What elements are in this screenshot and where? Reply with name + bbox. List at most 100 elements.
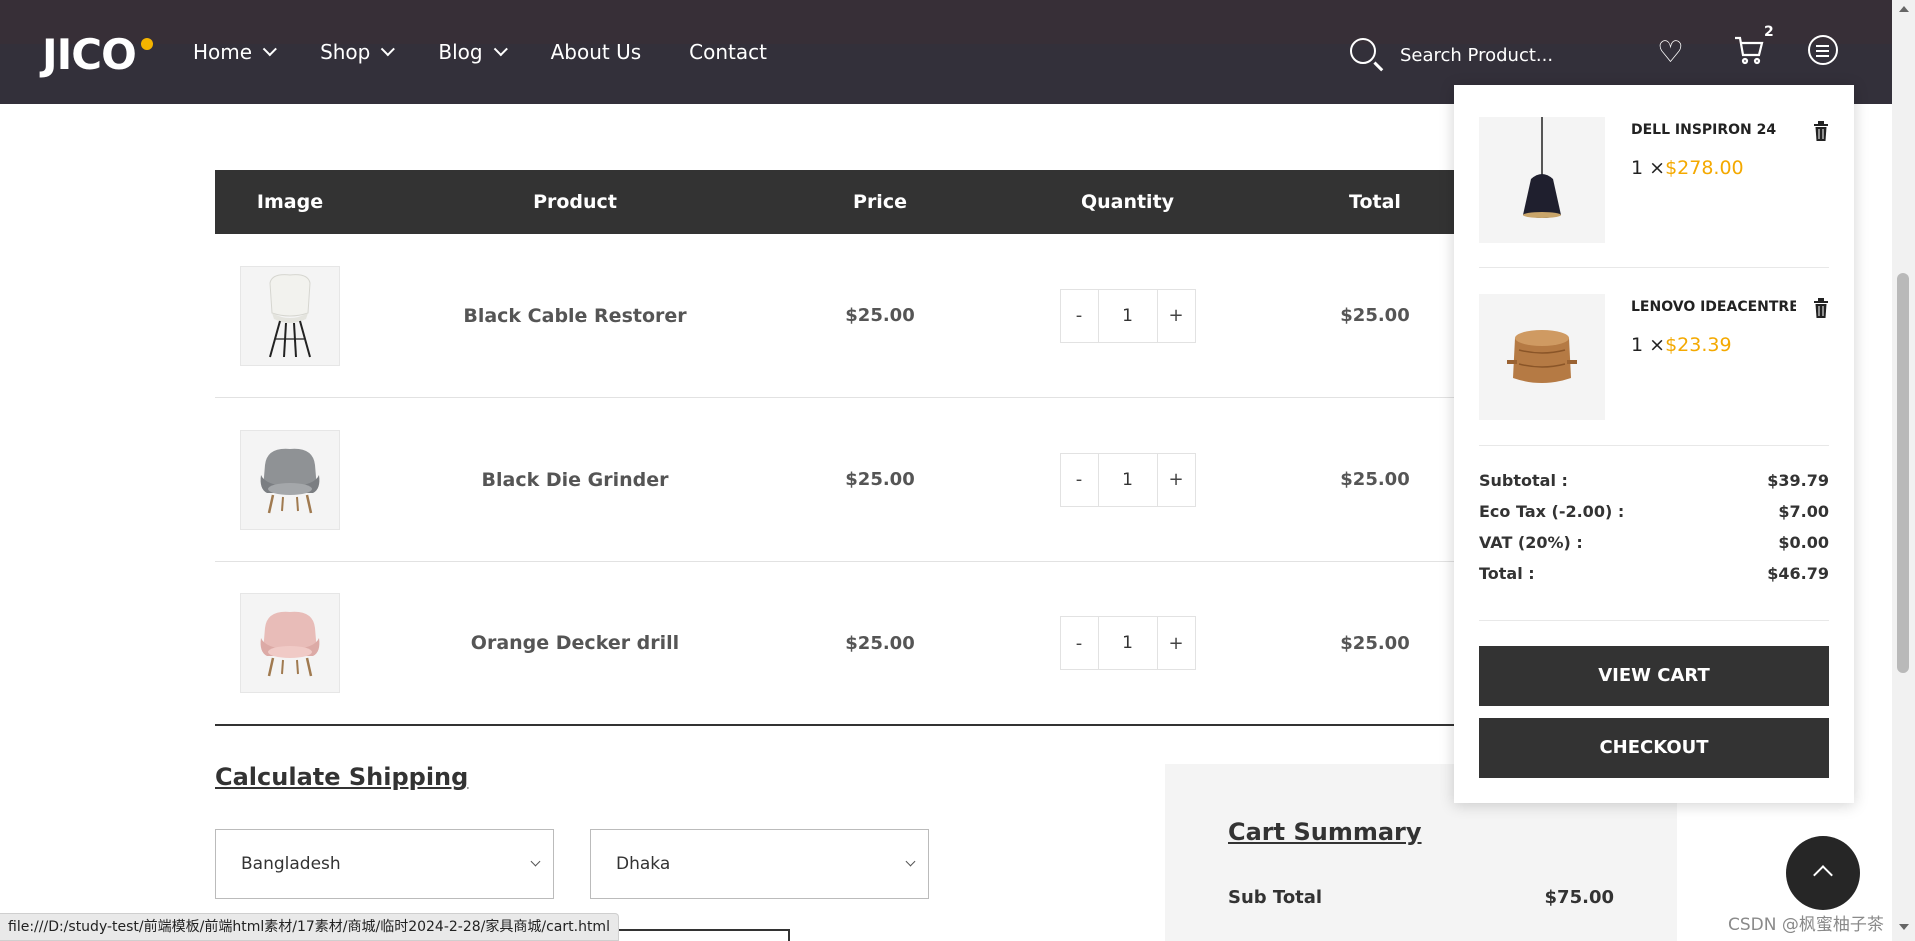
product-image[interactable]	[240, 429, 340, 530]
total-value: $0.00	[1778, 533, 1829, 552]
nav-item-contact[interactable]: Contact	[689, 40, 767, 64]
header-top-strip	[0, 0, 1892, 44]
header-product: Product	[533, 191, 617, 213]
row-total: $25.00	[1340, 305, 1410, 326]
mini-cart-item: LENOVO IDEACENTRE 1 ×$23.39	[1479, 294, 1829, 420]
mini-cart-item-qty: 1 ×$278.00	[1631, 157, 1744, 179]
qty-minus-button[interactable]: -	[1060, 617, 1098, 669]
browser-status-bar: file:///D:/study-test/前端模板/前端html素材/17素材…	[0, 913, 619, 941]
qty-plus-button[interactable]: +	[1157, 617, 1195, 669]
cart-count-badge: 2	[1764, 24, 1774, 40]
watermark: CSDN @枫蜜柚子茶	[1728, 915, 1884, 935]
table-row: Black Die Grinder $25.00 - + $25.00	[215, 398, 1505, 562]
divider	[1479, 445, 1829, 446]
qty-minus-button[interactable]: -	[1060, 453, 1098, 506]
product-image-cell	[215, 429, 365, 530]
quantity-cell: - +	[975, 288, 1280, 343]
wooden-stool-image	[1507, 330, 1577, 383]
total-value: $7.00	[1778, 502, 1829, 521]
trash-icon[interactable]	[1813, 298, 1829, 318]
mini-cart-subtotal: Subtotal : $39.79	[1479, 471, 1829, 490]
nav-label: Shop	[320, 40, 371, 64]
table-row: Black Cable Restorer $25.00 - + $25.00	[215, 234, 1505, 398]
pendant-lamp-image	[1523, 117, 1561, 218]
postcode-field[interactable]	[600, 929, 790, 941]
qty-input[interactable]	[1097, 617, 1158, 669]
qty-minus-button[interactable]: -	[1060, 289, 1098, 342]
table-row: Orange Decker drill $25.00 - + $25.00	[215, 562, 1505, 726]
product-name[interactable]: Orange Decker drill	[365, 632, 785, 654]
back-to-top-button[interactable]	[1786, 836, 1860, 910]
chevron-down-icon	[530, 856, 541, 867]
quantity-stepper: - +	[1059, 616, 1196, 670]
product-image-cell	[215, 265, 365, 366]
mini-cart-dropdown: DELL INSPIRON 24 1 ×$278.00 LENOVO IDEAC…	[1454, 85, 1854, 803]
trash-icon[interactable]	[1813, 121, 1829, 141]
city-select[interactable]: Dhaka	[590, 829, 929, 899]
mini-cart-item-price: $278.00	[1665, 157, 1744, 179]
qty-input[interactable]	[1097, 453, 1158, 506]
divider	[1479, 267, 1829, 268]
qty-plus-button[interactable]: +	[1157, 453, 1195, 506]
mini-cart-item-name[interactable]: DELL INSPIRON 24	[1631, 122, 1796, 138]
chevron-down-icon	[381, 42, 396, 57]
divider	[1479, 620, 1829, 621]
nav-label: Blog	[438, 40, 483, 64]
product-price: $25.00	[845, 305, 915, 326]
header-price: Price	[853, 191, 907, 213]
total-label: Total :	[1479, 564, 1535, 583]
quantity-stepper: - +	[1059, 452, 1196, 507]
product-image[interactable]	[240, 265, 340, 366]
chevron-down-icon	[905, 856, 916, 867]
product-price: $25.00	[845, 632, 915, 654]
calculate-shipping-title: Calculate Shipping	[215, 763, 469, 791]
total-label: Subtotal :	[1479, 471, 1568, 490]
qty-plus-button[interactable]: +	[1157, 289, 1195, 342]
grey-armchair-image	[260, 448, 320, 513]
qty-input[interactable]	[1097, 289, 1158, 342]
quantity-stepper: - +	[1059, 288, 1196, 343]
total-value: $39.79	[1767, 471, 1829, 490]
country-select[interactable]: Bangladesh	[215, 829, 554, 899]
total-value: $46.79	[1767, 564, 1829, 583]
total-label: VAT (20%) :	[1479, 533, 1583, 552]
row-total: $25.00	[1340, 632, 1410, 654]
cart-summary-title: Cart Summary	[1228, 818, 1422, 846]
sub-total-label: Sub Total	[1228, 887, 1323, 908]
nav-item-about[interactable]: About Us	[551, 40, 642, 64]
mini-cart-item-image[interactable]	[1479, 294, 1605, 420]
scrollbar-thumb[interactable]	[1897, 273, 1909, 673]
mini-cart-vat: VAT (20%) : $0.00	[1479, 533, 1829, 552]
product-image-cell	[215, 593, 365, 693]
cart-icon[interactable]	[1733, 34, 1765, 66]
search-icon[interactable]	[1350, 38, 1376, 64]
product-image[interactable]	[240, 593, 340, 693]
scroll-down-arrow-icon[interactable]	[1899, 924, 1909, 930]
mini-cart-item-qty: 1 ×$23.39	[1631, 334, 1732, 356]
nav-item-shop[interactable]: Shop	[320, 40, 396, 64]
search-input[interactable]	[1400, 40, 1590, 70]
white-chair-image	[269, 273, 311, 357]
logo-dot	[141, 38, 153, 50]
header-quantity: Quantity	[1080, 191, 1175, 213]
product-name[interactable]: Black Cable Restorer	[365, 305, 785, 327]
menu-icon[interactable]	[1808, 35, 1838, 65]
mini-cart-item-image[interactable]	[1479, 117, 1605, 243]
product-price: $25.00	[845, 469, 915, 490]
product-name[interactable]: Black Die Grinder	[365, 469, 785, 491]
nav-item-home[interactable]: Home	[193, 40, 277, 64]
nav-label: Home	[193, 40, 253, 64]
country-value: Bangladesh	[241, 854, 341, 874]
mini-cart-item-name[interactable]: LENOVO IDEACENTRE	[1631, 299, 1796, 315]
scroll-up-arrow-icon[interactable]	[1899, 6, 1909, 12]
checkout-button[interactable]: CHECKOUT	[1479, 718, 1829, 778]
mini-cart-eco-tax: Eco Tax (-2.00) : $7.00	[1479, 502, 1829, 521]
qty-text: 1 ×	[1631, 334, 1666, 356]
heart-icon[interactable]: ♡	[1657, 38, 1684, 68]
view-cart-button[interactable]: VIEW CART	[1479, 646, 1829, 706]
site-logo[interactable]: JICO	[42, 30, 137, 79]
nav-item-blog[interactable]: Blog	[438, 40, 508, 64]
city-value: Dhaka	[616, 854, 671, 874]
qty-text: 1 ×	[1631, 157, 1666, 179]
quantity-cell: - +	[975, 452, 1280, 507]
